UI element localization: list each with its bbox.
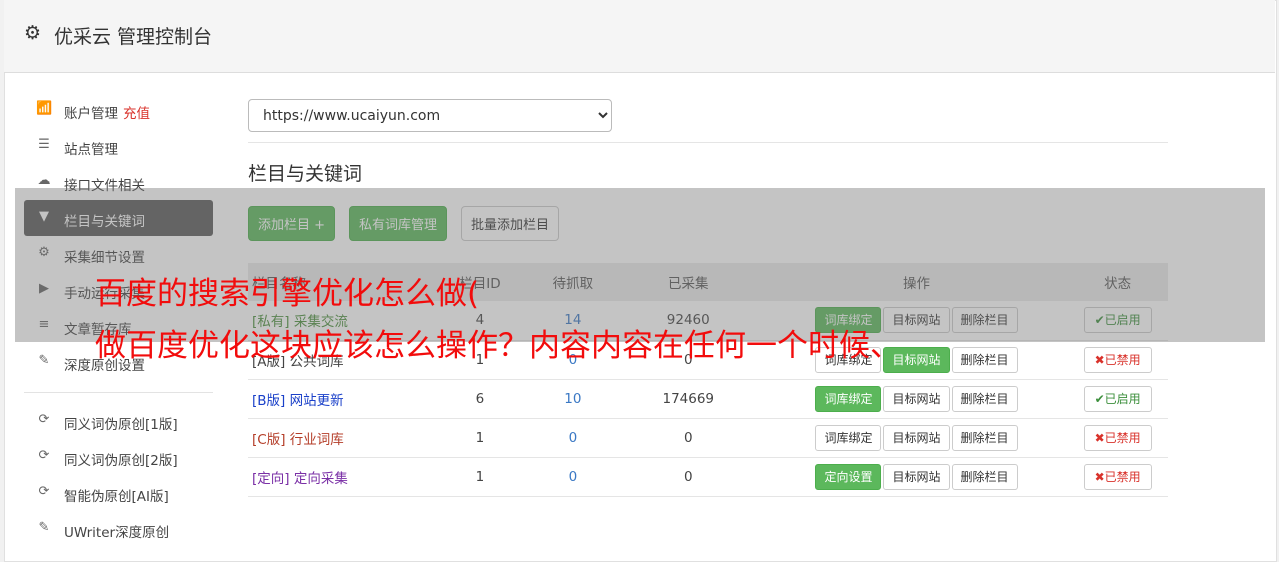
sidebar-divider (24, 392, 213, 393)
column-id: 1 (475, 468, 485, 485)
page-title: 优采云 管理控制台 (54, 26, 213, 48)
refresh-icon: ⟳ (38, 484, 50, 499)
sidebar-item-synonym-v2[interactable]: ⟳ 同义词伪原创[2版] (24, 439, 213, 475)
bind-lib-button[interactable]: 词库绑定 (815, 424, 882, 451)
pending-count: 0 (568, 468, 578, 485)
gear-icon: ⚙ (24, 22, 42, 44)
table-row: [B版] 网站更新 6 10 174669 词库绑定 目标网站 删除栏目 ✔已启用 (248, 379, 1168, 418)
target-site-button[interactable]: 目标网站 (883, 424, 950, 451)
bind-lib-button[interactable]: 词库绑定 (815, 385, 882, 412)
sidebar-item-label: UWriter深度原创 (64, 525, 170, 541)
column-name[interactable]: [C版] 行业词库 (248, 418, 425, 457)
status-toggle[interactable]: ✔已启用 (1083, 385, 1152, 412)
refresh-icon: ⟳ (38, 448, 50, 463)
sidebar-item-label: 账户管理 (64, 106, 118, 122)
status-cell: ✖已禁用 (1067, 418, 1168, 457)
target-site-button[interactable]: 目标网站 (883, 463, 950, 490)
cloud-upload-icon: ☁ (37, 173, 51, 188)
ops-cell: 定向设置 目标网站 删除栏目 (766, 457, 1068, 496)
ops-cell: 词库绑定 目标网站 删除栏目 (766, 379, 1068, 418)
divider (248, 142, 1168, 143)
pending-count: 0 (568, 429, 578, 446)
delete-column-button[interactable]: 删除栏目 (951, 424, 1018, 451)
status-cell: ✖已禁用 (1067, 340, 1168, 379)
target-site-button[interactable]: 目标网站 (883, 385, 950, 412)
edit-icon: ✎ (38, 520, 50, 535)
collected-count: 0 (683, 468, 693, 485)
collected-count: 174669 (662, 390, 715, 407)
site-select[interactable]: https://www.ucaiyun.com (248, 99, 612, 132)
collected-count: 0 (683, 429, 693, 446)
section-title: 栏目与关键词 (248, 163, 363, 185)
sidebar-item-account[interactable]: 📶 账户管理 充值 (24, 92, 213, 128)
table-row: [C版] 行业词库 1 0 0 词库绑定 目标网站 删除栏目 ✖已禁用 (248, 418, 1168, 457)
status-toggle[interactable]: ✖已禁用 (1083, 346, 1152, 373)
overlay-caption-line-1: 百度的搜索引擎优化怎么做( (95, 276, 480, 312)
caption-overlay (15, 188, 1265, 342)
delete-column-button[interactable]: 删除栏目 (951, 463, 1018, 490)
recharge-link[interactable]: 充值 (123, 106, 150, 122)
status-cell: ✔已启用 (1067, 379, 1168, 418)
sidebar-item-label: 同义词伪原创[2版] (64, 453, 178, 469)
ops-cell: 词库绑定 目标网站 删除栏目 (766, 418, 1068, 457)
refresh-icon: ⟳ (38, 412, 50, 427)
column-name[interactable]: [B版] 网站更新 (248, 379, 425, 418)
sidebar-item-label: 智能伪原创[AI版] (64, 489, 169, 505)
sidebar-item-synonym-v1[interactable]: ⟳ 同义词伪原创[1版] (24, 403, 213, 439)
sidebar-item-label: 同义词伪原创[1版] (64, 417, 178, 433)
sidebar-item-sites[interactable]: ☰ 站点管理 (24, 128, 213, 164)
column-id: 6 (475, 390, 485, 407)
table-row: [定向] 定向采集 1 0 0 定向设置 目标网站 删除栏目 ✖已禁用 (248, 457, 1168, 496)
direct-setting-button[interactable]: 定向设置 (815, 463, 882, 490)
sidebar-item-label: 站点管理 (64, 142, 118, 158)
sidebar-item-uwriter[interactable]: ✎ UWriter深度原创 (24, 511, 213, 547)
app-header: ⚙ 优采云 管理控制台 (4, 0, 1275, 73)
status-toggle[interactable]: ✖已禁用 (1083, 463, 1152, 490)
bar-chart-icon: 📶 (36, 101, 53, 116)
pending-count: 10 (564, 390, 582, 407)
delete-column-button[interactable]: 删除栏目 (951, 385, 1018, 412)
column-id: 1 (475, 429, 485, 446)
server-icon: ☰ (38, 137, 50, 152)
status-toggle[interactable]: ✖已禁用 (1083, 424, 1152, 451)
sidebar-item-ai-original[interactable]: ⟳ 智能伪原创[AI版] (24, 475, 213, 511)
column-name[interactable]: [定向] 定向采集 (248, 457, 425, 496)
status-cell: ✖已禁用 (1067, 457, 1168, 496)
delete-column-button[interactable]: 删除栏目 (951, 346, 1018, 373)
overlay-caption-line-2: 做百度优化这块应该怎么操作？内容内容在任何一个时候、 (95, 328, 901, 364)
edit-icon: ✎ (38, 353, 50, 368)
